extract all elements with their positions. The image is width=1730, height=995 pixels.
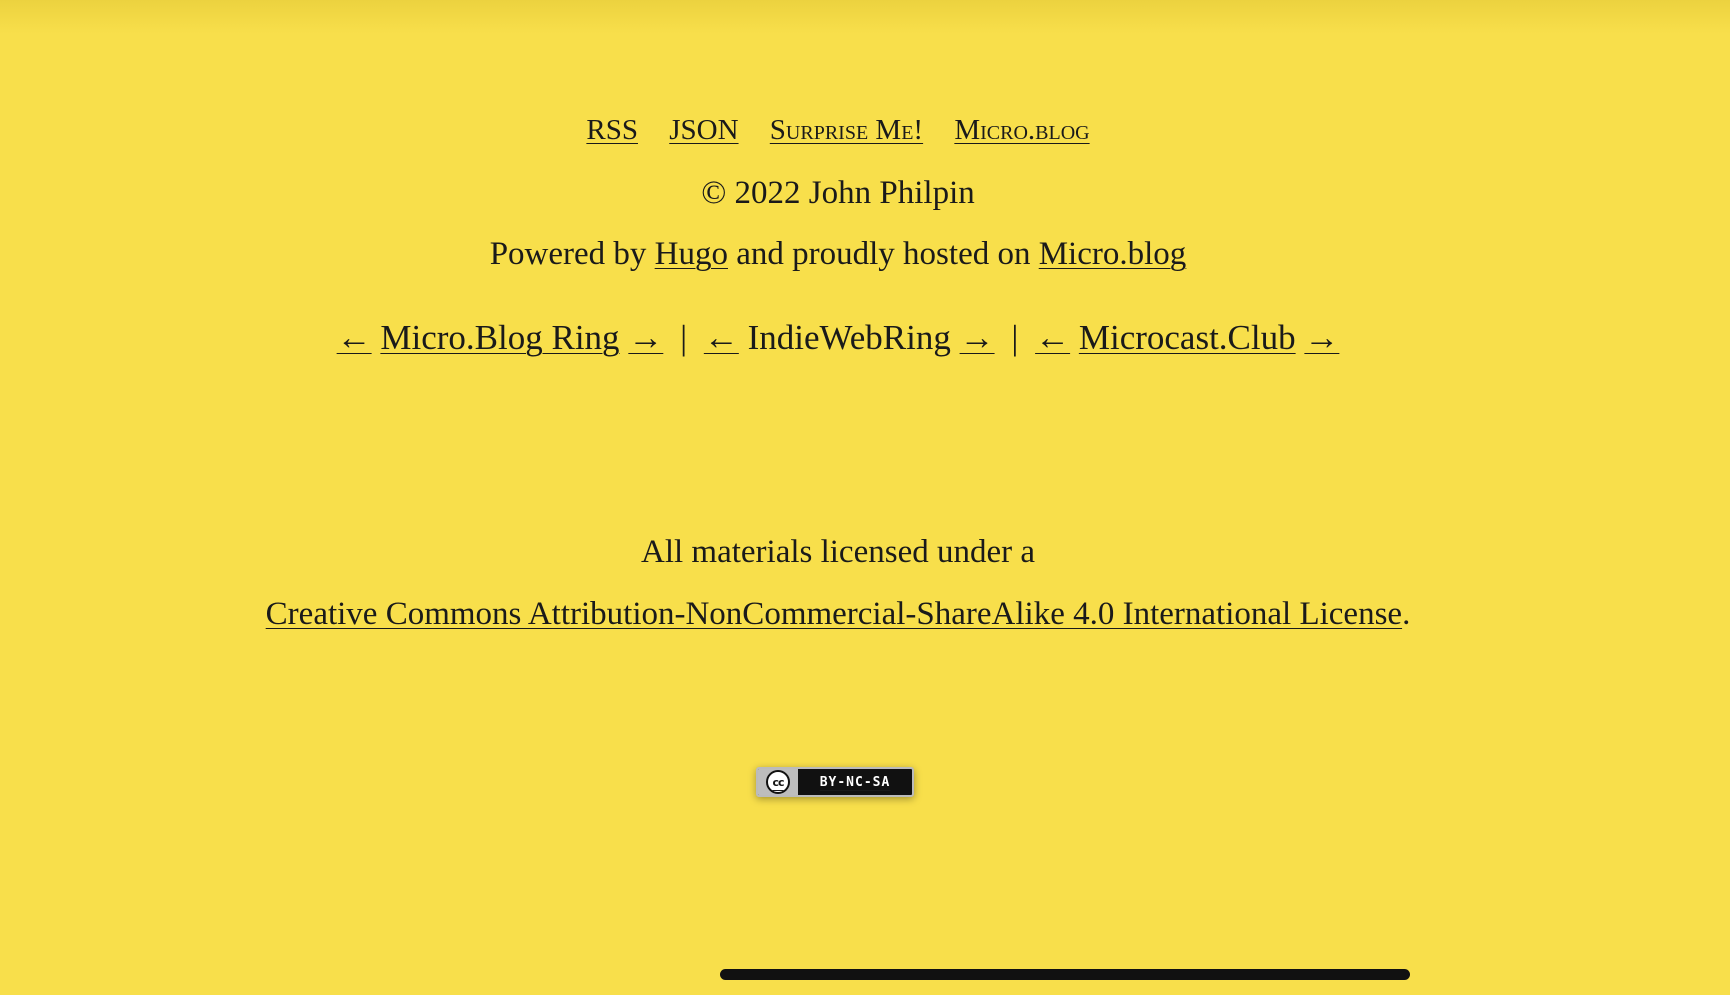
ring-separator: | [680,318,688,357]
indieweb-ring-next-link[interactable]: → [960,318,995,357]
surprise-me-link[interactable]: Surprise Me! [770,114,923,146]
hugo-link[interactable]: Hugo [655,236,728,272]
license-link[interactable]: Creative Commons Attribution-NonCommerci… [266,596,1402,632]
license-period: . [1402,596,1411,632]
ring-separator: | [1011,318,1019,357]
microblog-host-link[interactable]: Micro.blog [1039,236,1187,272]
indieweb-ring-prev-link[interactable]: ← [704,318,739,357]
microblog-nav-link[interactable]: Micro.blog [954,114,1089,146]
powered-by: Powered by Hugo and proudly hosted on Mi… [0,236,1676,273]
microcast-club-prev-link[interactable]: ← [1035,318,1070,357]
top-shade [0,0,1730,34]
powered-prefix: Powered by [489,236,655,272]
json-link[interactable]: JSON [669,114,738,146]
microblog-ring-next-link[interactable]: → [628,318,663,357]
microcast-club-next-link[interactable]: → [1304,318,1339,357]
indieweb-ring-label: IndieWebRing [747,318,951,357]
microblog-ring-link[interactable]: Micro.Blog Ring [380,318,619,357]
copyright: © 2022 John Philpin [701,175,975,211]
license-statement: Creative Commons Attribution-NonCommerci… [0,596,1676,633]
microcast-club-link[interactable]: Microcast.Club [1079,318,1296,357]
creative-commons-icon: cc [766,770,790,794]
hosted-text: and proudly hosted on [728,236,1039,272]
license-terms: BY-NC-SA [819,774,891,790]
cc-license-badge[interactable]: cc BY-NC-SA [756,767,914,797]
license-intro: All materials licensed under a [640,534,1036,570]
microblog-ring-prev-link[interactable]: ← [337,318,372,357]
rss-link[interactable]: RSS [586,114,638,146]
cc-icon-block: cc [758,769,798,795]
footer-nav: RSS JSON Surprise Me! Micro.blog [0,114,1676,147]
webrings: ← Micro.Blog Ring → | ← IndieWebRing → |… [0,318,1676,358]
home-indicator[interactable] [720,969,1410,980]
